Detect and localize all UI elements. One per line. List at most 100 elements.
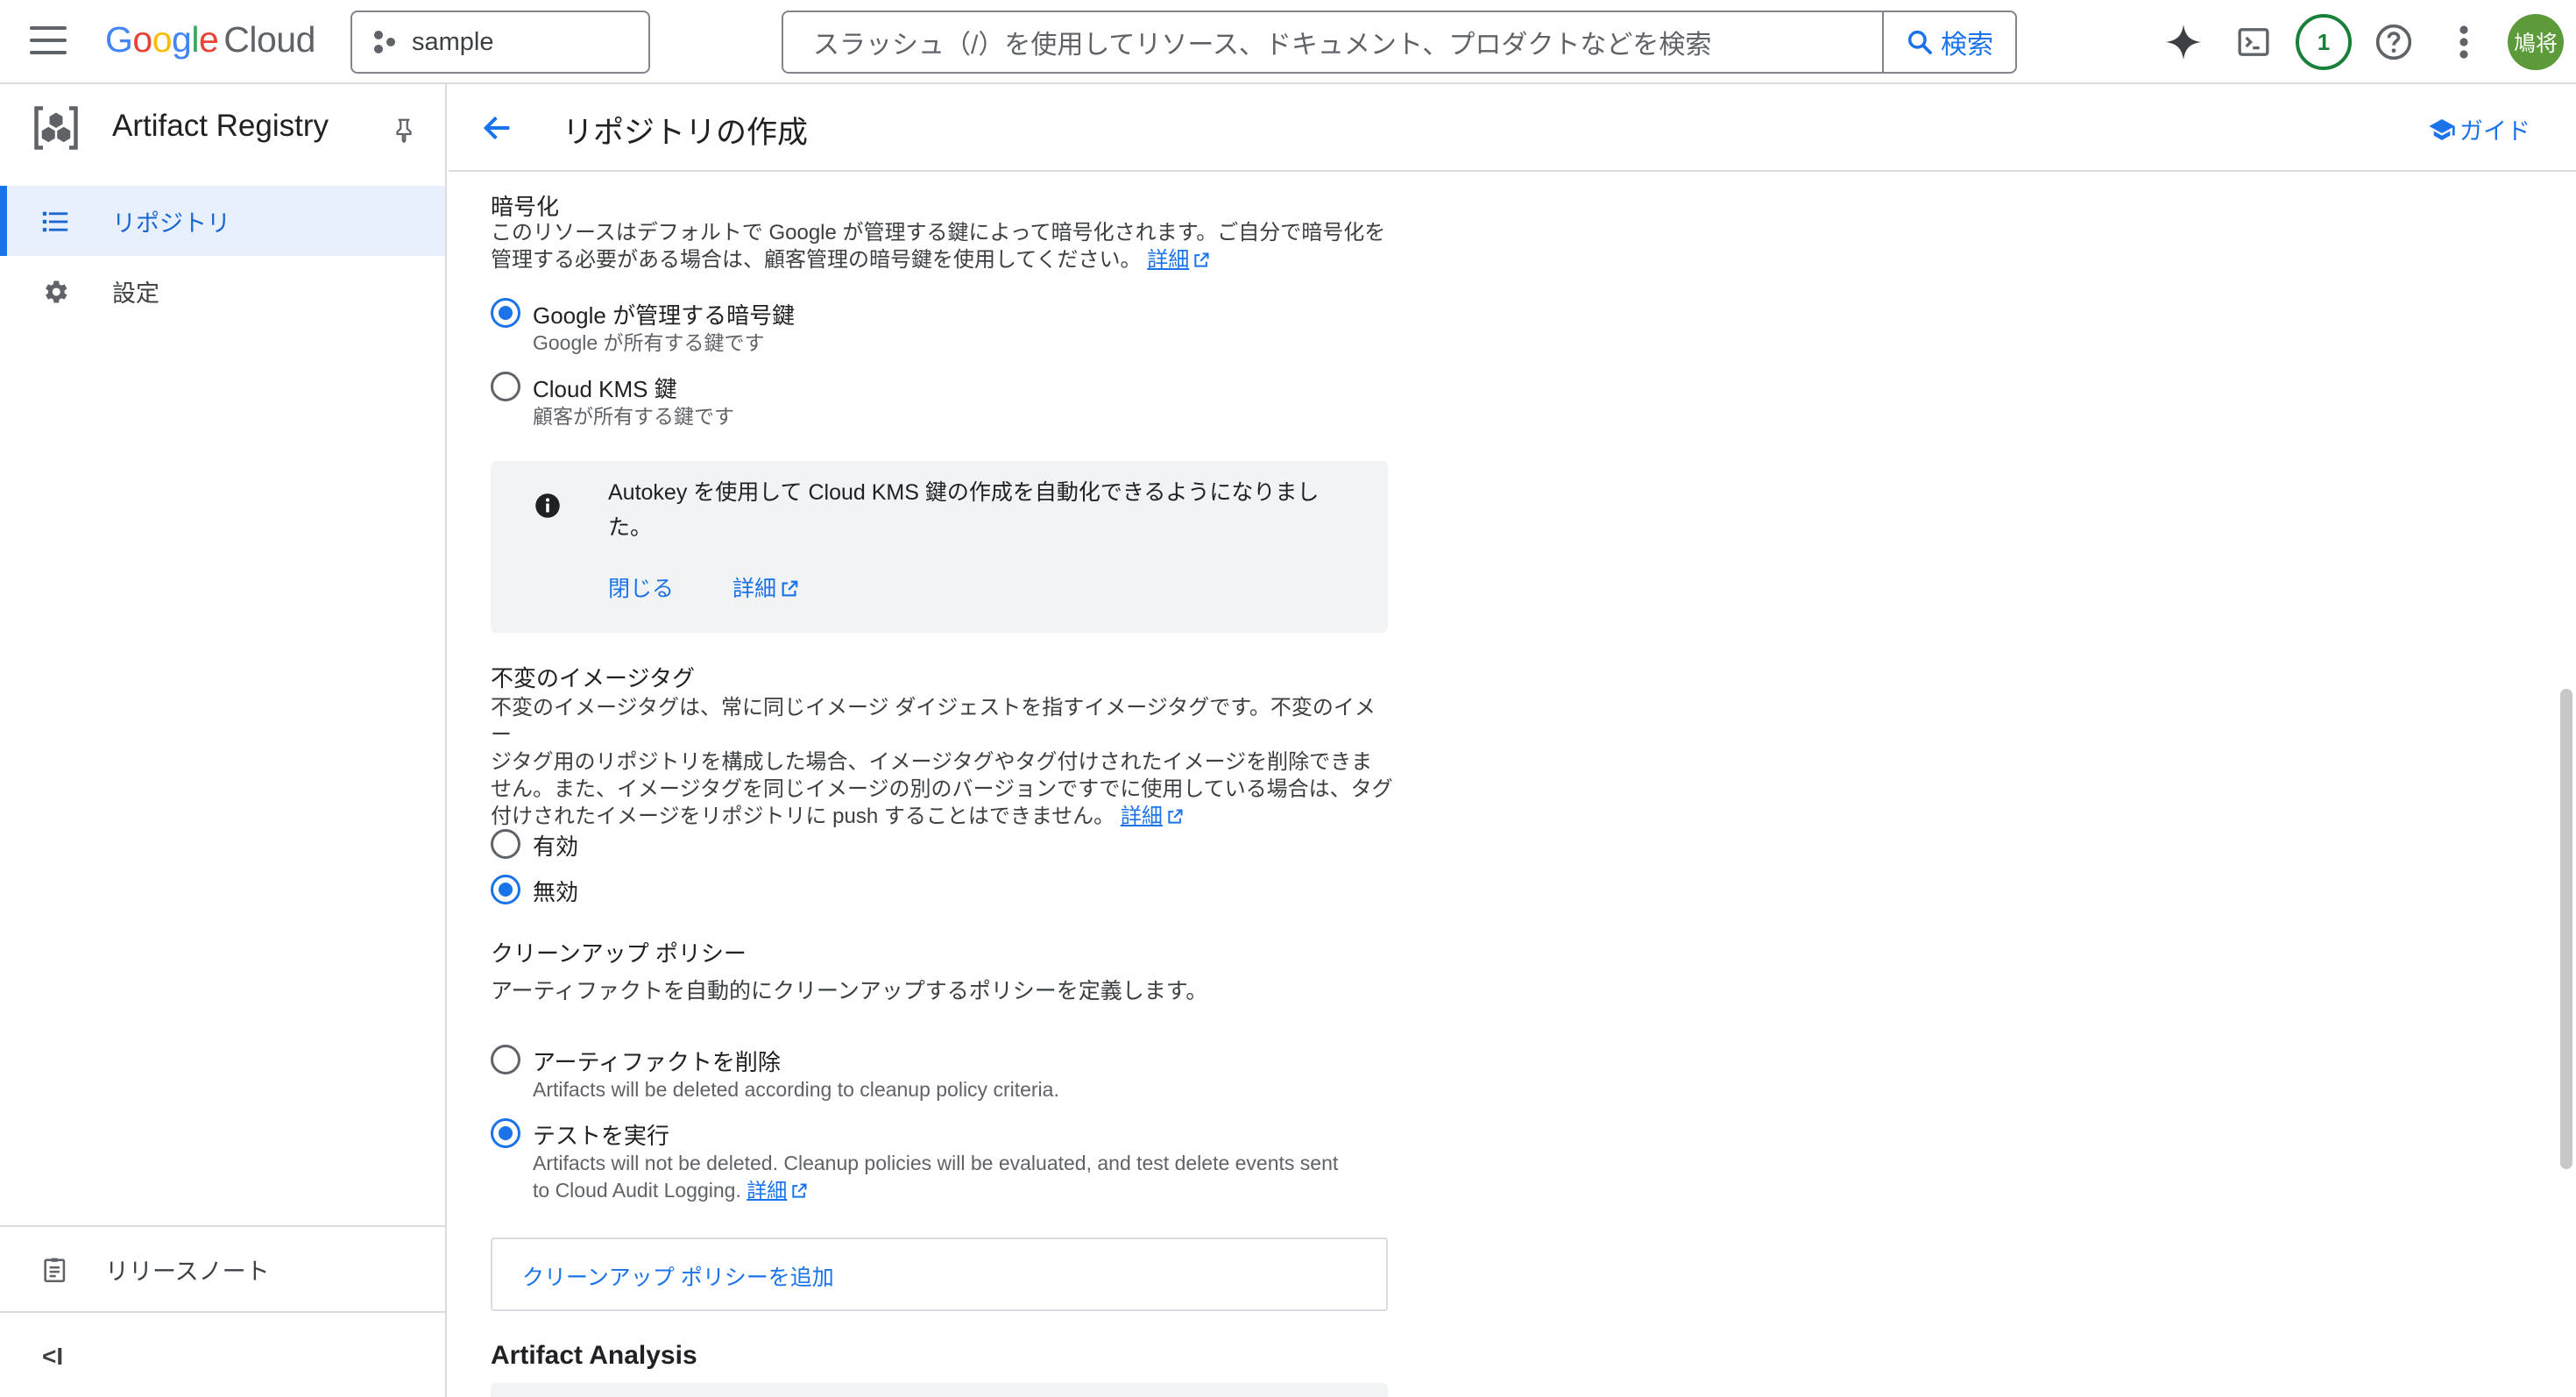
account-avatar[interactable]: 鳩将 bbox=[2508, 14, 2564, 70]
artifact-registry-icon bbox=[34, 106, 78, 150]
page-header: リポジトリの作成 ガイド bbox=[449, 84, 2576, 172]
school-icon bbox=[2429, 118, 2455, 140]
radio-immutable-enabled[interactable] bbox=[491, 829, 520, 859]
gear-icon bbox=[46, 280, 67, 303]
desc-line: 不変のイメージタグは、常に同じイメージ ダイジェストを指すイメージタグです。不変… bbox=[491, 696, 1376, 747]
scrollbar[interactable] bbox=[2557, 174, 2576, 1397]
artifact-analysis-title: Artifact Analysis bbox=[491, 1341, 697, 1370]
immutable-tags-learn-more-link[interactable]: 詳細 bbox=[1121, 805, 1184, 828]
autokey-info-text: Autokey を使用して Cloud KMS 鍵の作成を自動化できるようになり… bbox=[608, 475, 1362, 545]
collapse-sidebar-button[interactable]: <I bbox=[42, 1343, 63, 1371]
add-cleanup-policy-button[interactable]: クリーンアップ ポリシーを追加 bbox=[491, 1237, 1388, 1311]
open-in-new-icon bbox=[792, 1183, 807, 1198]
autokey-learn-more-link[interactable]: 詳細 bbox=[732, 571, 799, 603]
google-cloud-logo[interactable]: Google Cloud bbox=[105, 19, 315, 60]
dismiss-button[interactable]: 閉じる bbox=[608, 571, 674, 603]
logo-letter: o bbox=[132, 19, 152, 60]
desc-line: 付けされたイメージをリポジトリに push することはできません。 詳細 bbox=[491, 803, 1393, 830]
logo-cloud-text: Cloud bbox=[223, 19, 315, 60]
encryption-description: このリソースはデフォルトで Google が管理する鍵によって暗号化されます。ご… bbox=[491, 219, 1388, 273]
radio-label: Cloud KMS 鍵 bbox=[533, 376, 677, 402]
more-vert-icon[interactable] bbox=[2441, 19, 2487, 65]
radio-label: Google が管理する暗号鍵 bbox=[533, 302, 796, 329]
sublabel-line: to Cloud Audit Logging. 詳細 bbox=[533, 1177, 1400, 1204]
notifications-badge[interactable]: 1 bbox=[2296, 14, 2352, 70]
sidebar-item-settings[interactable]: 設定 bbox=[0, 256, 445, 326]
sidebar-item-repositories[interactable]: リポジトリ bbox=[0, 186, 445, 256]
product-title: Artifact Registry bbox=[112, 109, 329, 143]
search-icon bbox=[1907, 30, 1932, 54]
radio-label: テストを実行 bbox=[533, 1123, 670, 1149]
cleanup-policy-description: アーティファクトを自動的にクリーンアップするポリシーを定義します。 bbox=[491, 979, 1208, 1003]
search-input[interactable]: スラッシュ（/）を使用してリソース、ドキュメント、プロダクトなどを検索 bbox=[783, 23, 1882, 61]
radio-delete-artifacts[interactable] bbox=[491, 1045, 520, 1074]
radio-label: 有効 bbox=[533, 833, 579, 860]
scrollbar-thumb[interactable] bbox=[2560, 689, 2572, 1169]
sublabel-text: to Cloud Audit Logging. bbox=[533, 1179, 741, 1202]
open-in-new-icon bbox=[782, 580, 798, 597]
gemini-icon[interactable] bbox=[2161, 19, 2206, 65]
radio-dry-run[interactable] bbox=[491, 1118, 520, 1148]
radio-immutable-disabled[interactable] bbox=[491, 875, 520, 904]
help-icon[interactable] bbox=[2371, 19, 2417, 65]
info-text-line: た。 bbox=[608, 515, 653, 540]
sidebar: Artifact Registry リポジトリ 設定 リリースノート <I bbox=[0, 84, 447, 1397]
add-cleanup-policy-label: クリーンアップ ポリシーを追加 bbox=[522, 1266, 834, 1290]
encryption-learn-more-link[interactable]: 詳細 bbox=[1147, 248, 1210, 272]
open-in-new-icon bbox=[1194, 252, 1209, 267]
radio-label: 無効 bbox=[533, 879, 579, 905]
radio-google-managed-key[interactable] bbox=[491, 298, 520, 328]
page-title: リポジトリの作成 bbox=[563, 116, 809, 150]
cleanup-learn-more-link[interactable]: 詳細 bbox=[747, 1179, 808, 1202]
info-icon bbox=[535, 493, 560, 518]
link-label: 詳細 bbox=[1147, 248, 1190, 272]
sublabel-line: Artifacts will not be deleted. Cleanup p… bbox=[533, 1152, 1339, 1174]
cloud-shell-icon[interactable] bbox=[2231, 19, 2276, 65]
immutable-tags-description: 不変のイメージタグは、常に同じイメージ ダイジェストを指すイメージタグです。不変… bbox=[491, 694, 1393, 830]
sidebar-item-label: リポジトリ bbox=[112, 209, 230, 237]
pin-icon[interactable] bbox=[391, 116, 417, 144]
sidebar-item-label: 設定 bbox=[112, 280, 159, 307]
desc-text: 付けされたイメージをリポジトリに push することはできません。 bbox=[491, 805, 1115, 828]
logo-letter: g bbox=[172, 19, 192, 60]
search-button[interactable]: 検索 bbox=[1882, 12, 2015, 72]
desc-line: せん。また、イメージタグを同じイメージの別のバージョンですでに使用している場合は… bbox=[491, 777, 1393, 801]
main-menu-icon[interactable] bbox=[30, 26, 67, 58]
logo-letter: e bbox=[198, 19, 219, 60]
divider bbox=[0, 1311, 445, 1313]
encryption-desc-line: このリソースはデフォルトで Google が管理する鍵によって暗号化されます。ご… bbox=[491, 221, 1386, 245]
artifact-analysis-box bbox=[491, 1383, 1388, 1397]
project-icon bbox=[374, 31, 395, 53]
radio-sublabel: Artifacts will be deleted according to c… bbox=[533, 1078, 1059, 1101]
encryption-desc-line: 管理する必要がある場合は、顧客管理の暗号鍵を使用してください。 詳細 bbox=[491, 246, 1388, 273]
radio-sublabel: Google が所有する鍵です bbox=[533, 331, 765, 354]
divider bbox=[0, 1225, 445, 1227]
desc-line: ジタグ用のリポジトリを構成した場合、イメージタグやタグ付けされたイメージを削除で… bbox=[491, 750, 1373, 774]
main-content: 暗号化 このリソースはデフォルトで Google が管理する鍵によって暗号化され… bbox=[449, 174, 2576, 1397]
autokey-info-box: Autokey を使用して Cloud KMS 鍵の作成を自動化できるようになり… bbox=[491, 461, 1388, 633]
encryption-title: 暗号化 bbox=[491, 194, 560, 220]
search-bar[interactable]: スラッシュ（/）を使用してリソース、ドキュメント、プロダクトなどを検索 検索 bbox=[782, 11, 2017, 74]
encryption-desc-text: 管理する必要がある場合は、顧客管理の暗号鍵を使用してください。 bbox=[491, 248, 1142, 272]
guide-label: ガイド bbox=[2459, 118, 2530, 145]
open-in-new-icon bbox=[1168, 809, 1183, 824]
list-icon bbox=[42, 211, 68, 232]
logo-letter: o bbox=[152, 19, 173, 60]
radio-sublabel: Artifacts will not be deleted. Cleanup p… bbox=[533, 1150, 1400, 1204]
release-notes-icon bbox=[44, 1258, 66, 1283]
link-label: 詳細 bbox=[732, 577, 777, 601]
logo-letter: G bbox=[105, 19, 133, 60]
project-picker[interactable]: sample bbox=[350, 11, 650, 74]
guide-button[interactable]: ガイド bbox=[2428, 112, 2530, 146]
search-button-label: 検索 bbox=[1941, 31, 1993, 60]
link-label: 詳細 bbox=[1120, 805, 1163, 828]
immutable-tags-title: 不変のイメージタグ bbox=[491, 665, 695, 691]
top-bar: Google Cloud sample スラッシュ（/）を使用してリソース、ドキュ… bbox=[0, 0, 2576, 84]
cleanup-policy-title: クリーンアップ ポリシー bbox=[491, 940, 747, 967]
back-arrow-icon[interactable] bbox=[480, 110, 515, 145]
project-name: sample bbox=[412, 27, 494, 56]
release-notes-link[interactable]: リリースノート bbox=[0, 1234, 445, 1304]
logo-letter: l bbox=[191, 19, 199, 60]
release-notes-label: リリースノート bbox=[105, 1258, 270, 1285]
radio-cloud-kms-key[interactable] bbox=[491, 372, 520, 401]
